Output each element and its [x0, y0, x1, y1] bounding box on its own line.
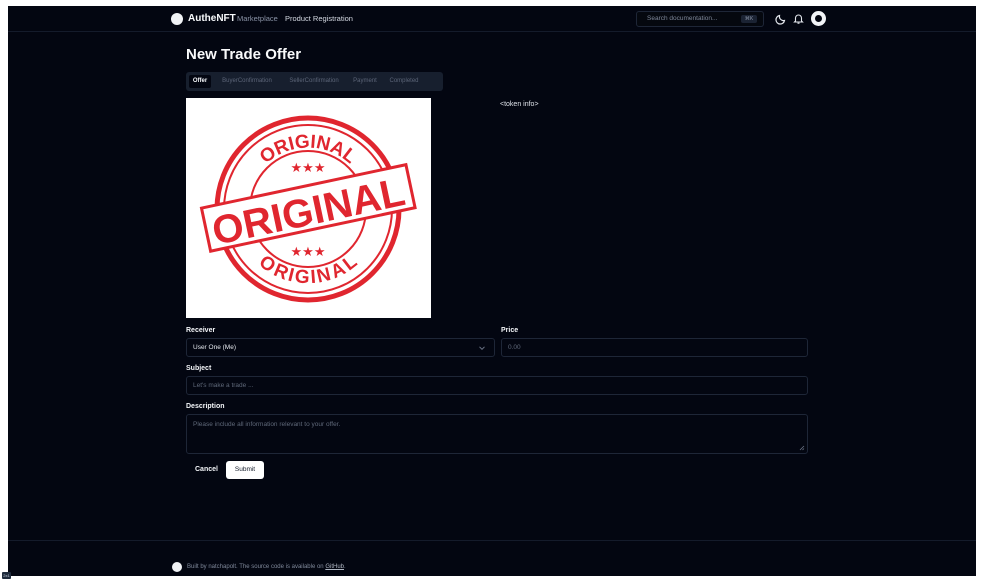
- search-input[interactable]: Search documentation... ⌘K: [636, 11, 764, 27]
- receiver-value: User One (Me): [193, 344, 236, 351]
- token-info: <token info>: [500, 101, 539, 108]
- svg-text:★★★: ★★★: [291, 161, 326, 176]
- price-input[interactable]: 0.00: [501, 338, 808, 357]
- tab-completed[interactable]: Completed: [384, 75, 424, 88]
- price-label: Price: [501, 327, 519, 334]
- tab-seller-confirmation[interactable]: SellerConfirmation: [282, 75, 346, 88]
- nft-image: ORIGINAL ★★★ ORIGINAL ★★★ ORIGINAL: [186, 98, 431, 318]
- footer-period: .: [344, 564, 346, 570]
- app-window: AutheNFT Marketplace Product Registratio…: [8, 6, 976, 576]
- github-link[interactable]: GitHub: [325, 564, 344, 570]
- resize-handle-icon[interactable]: [799, 445, 805, 451]
- nav-product-registration[interactable]: Product Registration: [285, 14, 353, 23]
- subject-placeholder: Let's make a trade ...: [193, 382, 254, 389]
- submit-button[interactable]: Submit: [226, 461, 264, 479]
- search-placeholder: Search documentation...: [647, 15, 718, 22]
- original-stamp-image: ORIGINAL ★★★ ORIGINAL ★★★ ORIGINAL: [199, 115, 417, 303]
- logo-icon[interactable]: [171, 13, 183, 25]
- page-title: New Trade Offer: [186, 46, 302, 63]
- footer: Built by natchapolt. The source code is …: [8, 540, 976, 576]
- tab-offer[interactable]: Offer: [189, 75, 211, 88]
- search-shortcut: ⌘K: [741, 15, 757, 23]
- tab-buyer-confirmation[interactable]: BuyerConfirmation: [216, 75, 278, 88]
- footer-text: Built by natchapolt. The source code is …: [187, 564, 346, 570]
- description-placeholder: Please include all information relevant …: [193, 421, 341, 428]
- top-nav: AutheNFT Marketplace Product Registratio…: [8, 6, 976, 32]
- footer-credit: Built by natchapolt. The source code is …: [187, 564, 326, 570]
- avatar[interactable]: [811, 11, 826, 26]
- corner-badge: 2x1: [2, 572, 11, 579]
- stamp-center-text: ORIGINAL: [208, 170, 408, 254]
- subject-label: Subject: [186, 365, 212, 372]
- receiver-select[interactable]: User One (Me): [186, 338, 495, 357]
- footer-logo-icon: [172, 562, 182, 572]
- brand-name[interactable]: AutheNFT: [188, 13, 236, 24]
- description-label: Description: [186, 403, 225, 410]
- offer-steps-tabs: Offer BuyerConfirmation SellerConfirmati…: [186, 72, 443, 91]
- tab-payment[interactable]: Payment: [350, 75, 380, 88]
- cancel-button[interactable]: Cancel: [195, 466, 218, 473]
- moon-icon[interactable]: [775, 12, 788, 25]
- svg-text:★★★: ★★★: [291, 245, 326, 260]
- nav-marketplace[interactable]: Marketplace: [237, 14, 278, 23]
- bell-icon[interactable]: [792, 12, 805, 25]
- receiver-label: Receiver: [186, 327, 216, 334]
- chevron-down-icon: [479, 346, 485, 351]
- price-placeholder: 0.00: [508, 344, 521, 351]
- description-textarea[interactable]: Please include all information relevant …: [186, 414, 808, 454]
- subject-input[interactable]: Let's make a trade ...: [186, 376, 808, 395]
